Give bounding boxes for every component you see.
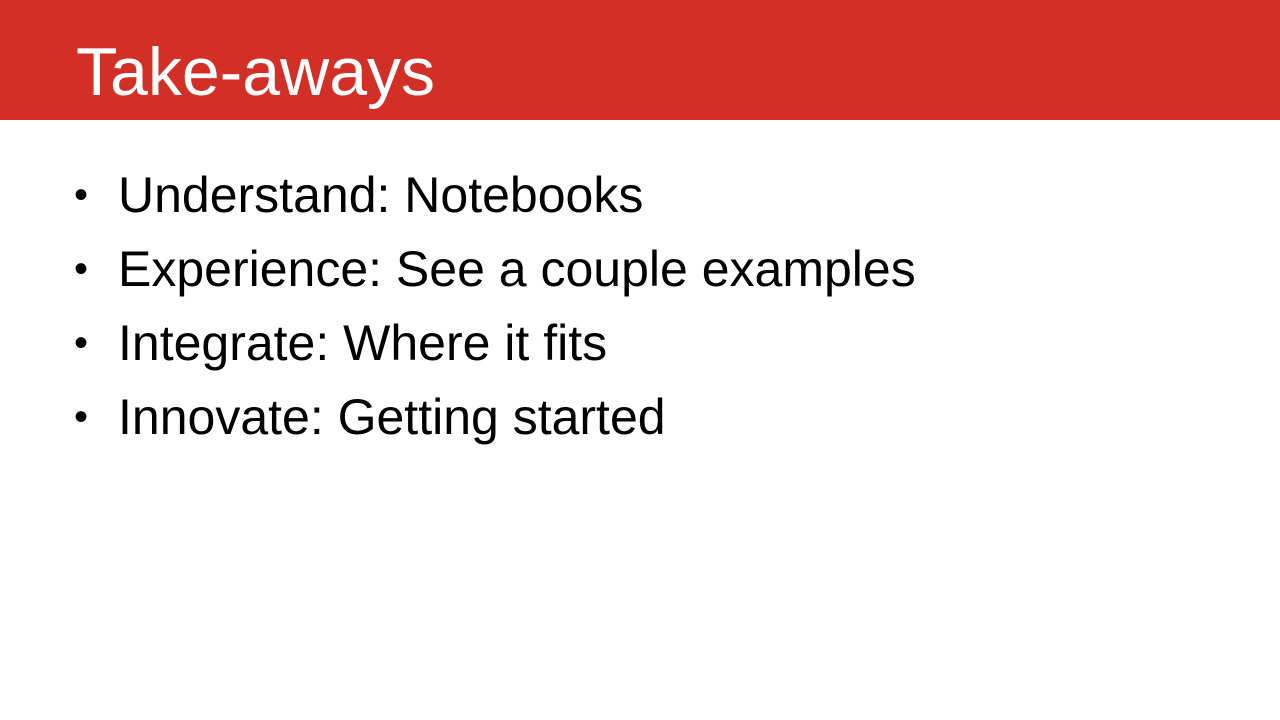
bullet-dot-icon: • (74, 247, 89, 291)
bullet-dot-icon: • (74, 321, 89, 365)
bullet-item-innovate: • Innovate: Getting started (0, 380, 1280, 454)
slide-title: Take-aways (76, 34, 436, 110)
title-bar: Take-aways (0, 0, 1280, 120)
bullet-item-experience: • Experience: See a couple examples (0, 232, 1280, 306)
slide: Take-aways • Understand: Notebooks • Exp… (0, 0, 1280, 720)
bullet-text: Understand: Notebooks (118, 167, 644, 223)
bullet-item-integrate: • Integrate: Where it fits (0, 306, 1280, 380)
bullet-text: Innovate: Getting started (118, 389, 666, 445)
bullet-text: Experience: See a couple examples (118, 241, 916, 297)
bullet-dot-icon: • (74, 173, 89, 217)
bullet-dot-icon: • (74, 395, 89, 439)
bullet-item-understand: • Understand: Notebooks (0, 158, 1280, 232)
bullet-text: Integrate: Where it fits (118, 315, 608, 371)
bullet-list: • Understand: Notebooks • Experience: Se… (0, 158, 1280, 454)
